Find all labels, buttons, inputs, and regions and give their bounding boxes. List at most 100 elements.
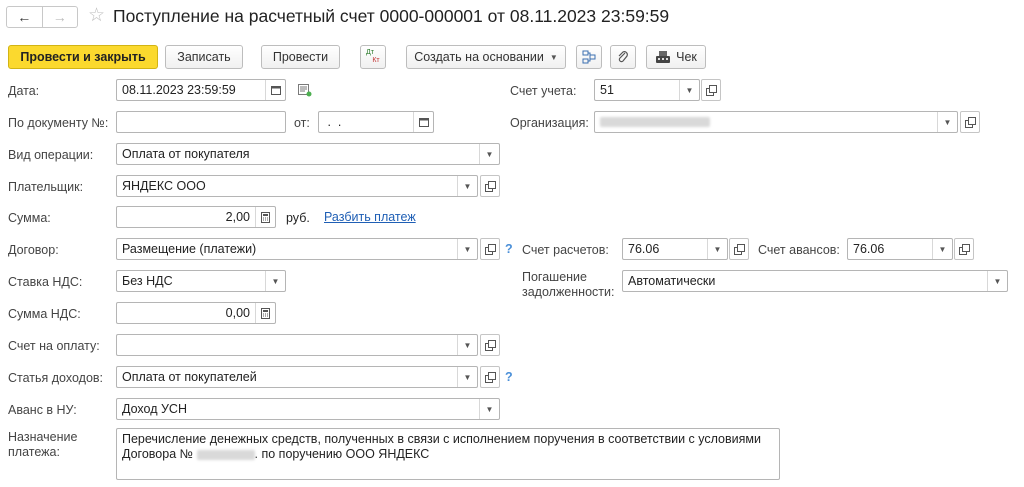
calculator-icon <box>261 211 270 223</box>
payer-label: Плательщик: <box>8 180 84 194</box>
dt-label: Дт <box>366 49 374 56</box>
income-item-help-icon[interactable]: ? <box>505 370 513 384</box>
payer-value: ЯНДЕКС ООО <box>122 179 206 193</box>
save-button[interactable]: Записать <box>165 45 243 69</box>
purpose-line2-prefix: Договора № <box>122 447 194 461</box>
purpose-line1: Перечисление денежных средств, полученны… <box>122 432 761 446</box>
organization-select[interactable]: ▼ <box>594 111 958 133</box>
account-value: 51 <box>600 83 614 97</box>
operation-value: Оплата от покупателя <box>122 147 250 161</box>
calendar-icon <box>270 86 281 95</box>
chevron-down-icon: ▼ <box>549 52 558 62</box>
advance-account-value: 76.06 <box>853 242 885 256</box>
operation-select[interactable]: Оплата от покупателя ▼ <box>116 143 500 165</box>
kt-label: Кт <box>372 57 380 64</box>
attach-button[interactable] <box>610 45 636 69</box>
from-calendar-button[interactable] <box>413 112 433 132</box>
vat-sum-field[interactable]: 0,00 <box>116 302 276 324</box>
doc-number-label: По документу №: <box>8 116 109 130</box>
chevron-down-icon[interactable]: ▼ <box>932 239 952 259</box>
advance-account-select[interactable]: 76.06 ▼ <box>847 238 953 260</box>
debt-repayment-label-line1: Погашение <box>522 270 587 284</box>
debt-repayment-label-line2: задолженности: <box>522 285 615 299</box>
forward-arrow-icon[interactable]: → <box>43 7 78 27</box>
payment-purpose-textarea[interactable]: Перечисление денежных средств, полученны… <box>116 428 780 480</box>
calculator-icon <box>261 307 270 319</box>
debt-repayment-select[interactable]: Автоматически ▼ <box>622 270 1008 292</box>
doc-number-field[interactable] <box>116 111 286 133</box>
calculator-button[interactable] <box>255 303 275 323</box>
date-field[interactable]: 08.11.2023 23:59:59 <box>116 79 286 101</box>
chevron-down-icon[interactable]: ▼ <box>457 367 477 387</box>
income-item-label: Статья доходов: <box>8 371 104 385</box>
create-based-on-button[interactable]: Создать на основании ▼ <box>406 45 566 69</box>
currency-label: руб. <box>286 211 310 225</box>
open-icon <box>484 243 496 255</box>
from-label: от: <box>294 116 310 130</box>
payer-select[interactable]: ЯНДЕКС ООО ▼ <box>116 175 478 197</box>
history-nav: ← → <box>6 6 78 28</box>
invoice-select[interactable]: ▼ <box>116 334 478 356</box>
settlement-account-select[interactable]: 76.06 ▼ <box>622 238 728 260</box>
income-item-open-button[interactable] <box>480 366 500 388</box>
purpose-label-line2: платежа: <box>8 445 60 459</box>
document-status-icon[interactable] <box>298 84 312 100</box>
invoice-open-button[interactable] <box>480 334 500 356</box>
structure-icon <box>582 50 596 64</box>
chevron-down-icon[interactable]: ▼ <box>679 80 699 100</box>
contract-open-button[interactable] <box>480 238 500 260</box>
chevron-down-icon[interactable]: ▼ <box>457 176 477 196</box>
account-open-button[interactable] <box>701 79 721 101</box>
open-icon <box>964 116 976 128</box>
chevron-down-icon[interactable]: ▼ <box>987 271 1007 291</box>
post-button[interactable]: Провести <box>261 45 340 69</box>
from-date-value: . . <box>324 115 342 129</box>
post-and-close-button[interactable]: Провести и закрыть <box>8 45 158 69</box>
vat-rate-select[interactable]: Без НДС ▼ <box>116 270 286 292</box>
settlement-account-open-button[interactable] <box>729 238 749 260</box>
vat-sum-label: Сумма НДС: <box>8 307 81 321</box>
chevron-down-icon[interactable]: ▼ <box>479 399 499 419</box>
from-date-field[interactable]: . . <box>318 111 434 133</box>
calendar-button[interactable] <box>265 80 285 100</box>
account-label: Счет учета: <box>510 84 577 98</box>
calculator-button[interactable] <box>255 207 275 227</box>
vat-sum-value: 0,00 <box>225 306 250 320</box>
split-payment-link[interactable]: Разбить платеж <box>324 210 416 224</box>
debt-repayment-value: Автоматически <box>628 274 716 288</box>
date-value: 08.11.2023 23:59:59 <box>122 83 236 97</box>
chevron-down-icon[interactable]: ▼ <box>937 112 957 132</box>
dt-kt-button[interactable]: Дт Кт <box>360 45 386 69</box>
favorite-star-icon[interactable]: ☆ <box>88 5 105 27</box>
vat-rate-label: Ставка НДС: <box>8 275 83 289</box>
receipt-label: Чек <box>676 50 697 64</box>
income-item-value: Оплата от покупателей <box>122 370 257 384</box>
back-arrow-icon[interactable]: ← <box>7 7 43 27</box>
chevron-down-icon[interactable]: ▼ <box>707 239 727 259</box>
payer-open-button[interactable] <box>480 175 500 197</box>
contract-help-icon[interactable]: ? <box>505 242 513 256</box>
paperclip-icon <box>618 51 628 63</box>
receipt-button[interactable]: Чек <box>646 45 706 69</box>
invoice-value <box>117 335 457 355</box>
organization-open-button[interactable] <box>960 111 980 133</box>
contract-label: Договор: <box>8 243 59 257</box>
advance-account-open-button[interactable] <box>954 238 974 260</box>
sum-field[interactable]: 2,00 <box>116 206 276 228</box>
purpose-line2-suffix: . по поручению ООО ЯНДЕКС <box>254 447 430 461</box>
chevron-down-icon[interactable]: ▼ <box>479 144 499 164</box>
contract-value: Размещение (платежи) <box>122 242 257 256</box>
open-icon <box>958 243 970 255</box>
income-item-select[interactable]: Оплата от покупателей ▼ <box>116 366 478 388</box>
open-icon <box>705 84 717 96</box>
account-select[interactable]: 51 ▼ <box>594 79 700 101</box>
structure-button[interactable] <box>576 45 602 69</box>
chevron-down-icon[interactable]: ▼ <box>457 335 477 355</box>
advance-nu-select[interactable]: Доход УСН ▼ <box>116 398 500 420</box>
contract-select[interactable]: Размещение (платежи) ▼ <box>116 238 478 260</box>
date-label: Дата: <box>8 84 40 98</box>
sum-value: 2,00 <box>225 210 250 224</box>
chevron-down-icon[interactable]: ▼ <box>265 271 285 291</box>
page-title: Поступление на расчетный счет 0000-00000… <box>113 6 670 26</box>
chevron-down-icon[interactable]: ▼ <box>457 239 477 259</box>
